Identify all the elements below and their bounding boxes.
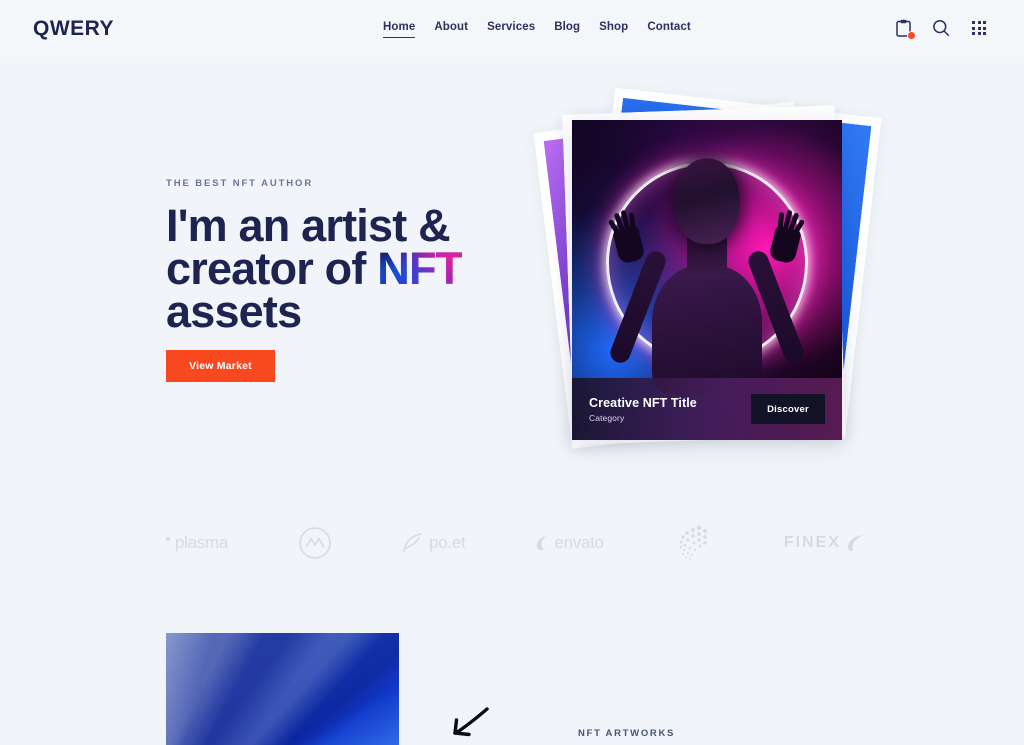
primary-navigation: Home About Services Blog Shop Contact [383, 21, 691, 38]
hero-heading: I'm an artist & creator of NFT assets [166, 203, 536, 334]
brand-logo-finex: FINEX [784, 533, 866, 553]
view-market-button[interactable]: View Market [166, 350, 275, 382]
plasma-dot-icon [166, 537, 170, 541]
nav-item-about[interactable]: About [434, 21, 468, 37]
nft-card-footer: Creative NFT Title Category Discover [572, 378, 842, 440]
nft-card-category: Category [589, 412, 625, 423]
nft-card-title: Creative NFT Title [589, 395, 697, 410]
site-logo[interactable]: QWERY [33, 17, 114, 41]
discover-button[interactable]: Discover [751, 394, 825, 424]
grid-menu-glyph [972, 21, 986, 35]
brand-logo-coinmarketcap [298, 526, 332, 560]
brand-label-envato: envato [554, 533, 604, 552]
figure-head [674, 158, 740, 244]
grid-menu-icon[interactable] [969, 18, 989, 38]
envato-leaf-icon [537, 536, 547, 551]
search-glyph [933, 19, 950, 37]
iota-dots-icon [679, 525, 707, 560]
featured-nft-card[interactable]: Creative NFT Title Category Discover [572, 120, 842, 440]
nft-artwork-thumbnail[interactable] [166, 633, 399, 745]
hero-eyebrow: THE BEST NFT AUTHOR [166, 178, 314, 189]
brand-label-plasma: plasma [175, 533, 229, 552]
hand-drawn-arrow-icon [453, 707, 489, 737]
hero-heading-line-3: assets [166, 286, 302, 337]
brand-logo-iota [674, 524, 714, 562]
hero-copy: THE BEST NFT AUTHOR I'm an artist & crea… [166, 178, 536, 334]
section-label-nft-artworks: NFT ARTWORKS [578, 728, 676, 739]
site-header: QWERY Home About Services Blog Shop Cont… [0, 0, 1024, 57]
nav-item-home[interactable]: Home [383, 21, 416, 38]
nav-item-blog[interactable]: Blog [554, 21, 580, 37]
coinmarketcap-icon [299, 527, 331, 559]
brand-label-poet: po.et [429, 533, 466, 552]
clipboard-icon[interactable] [893, 18, 916, 40]
poet-feather-icon [402, 533, 422, 553]
search-icon[interactable] [931, 18, 951, 38]
figure-body [652, 265, 762, 395]
brand-logo-row: plasma po.et envato FINEX [166, 514, 866, 572]
hero-heading-accent-nft: NFT [377, 243, 463, 294]
nav-item-services[interactable]: Services [487, 21, 535, 37]
finex-leaf-icon [847, 535, 864, 552]
brand-logo-poet: po.et [402, 531, 466, 555]
header-actions [893, 18, 989, 40]
brand-label-finex: FINEX [783, 534, 841, 551]
brand-logo-plasma: plasma [166, 533, 228, 553]
nav-item-contact[interactable]: Contact [647, 21, 691, 37]
brand-logo-envato: envato [535, 533, 604, 553]
nft-card-meta: Creative NFT Title Category [589, 396, 751, 423]
nft-card-stack: Creative NFT Title Category Discover [533, 87, 882, 463]
clipboard-badge [907, 31, 916, 40]
nav-item-shop[interactable]: Shop [599, 21, 628, 37]
